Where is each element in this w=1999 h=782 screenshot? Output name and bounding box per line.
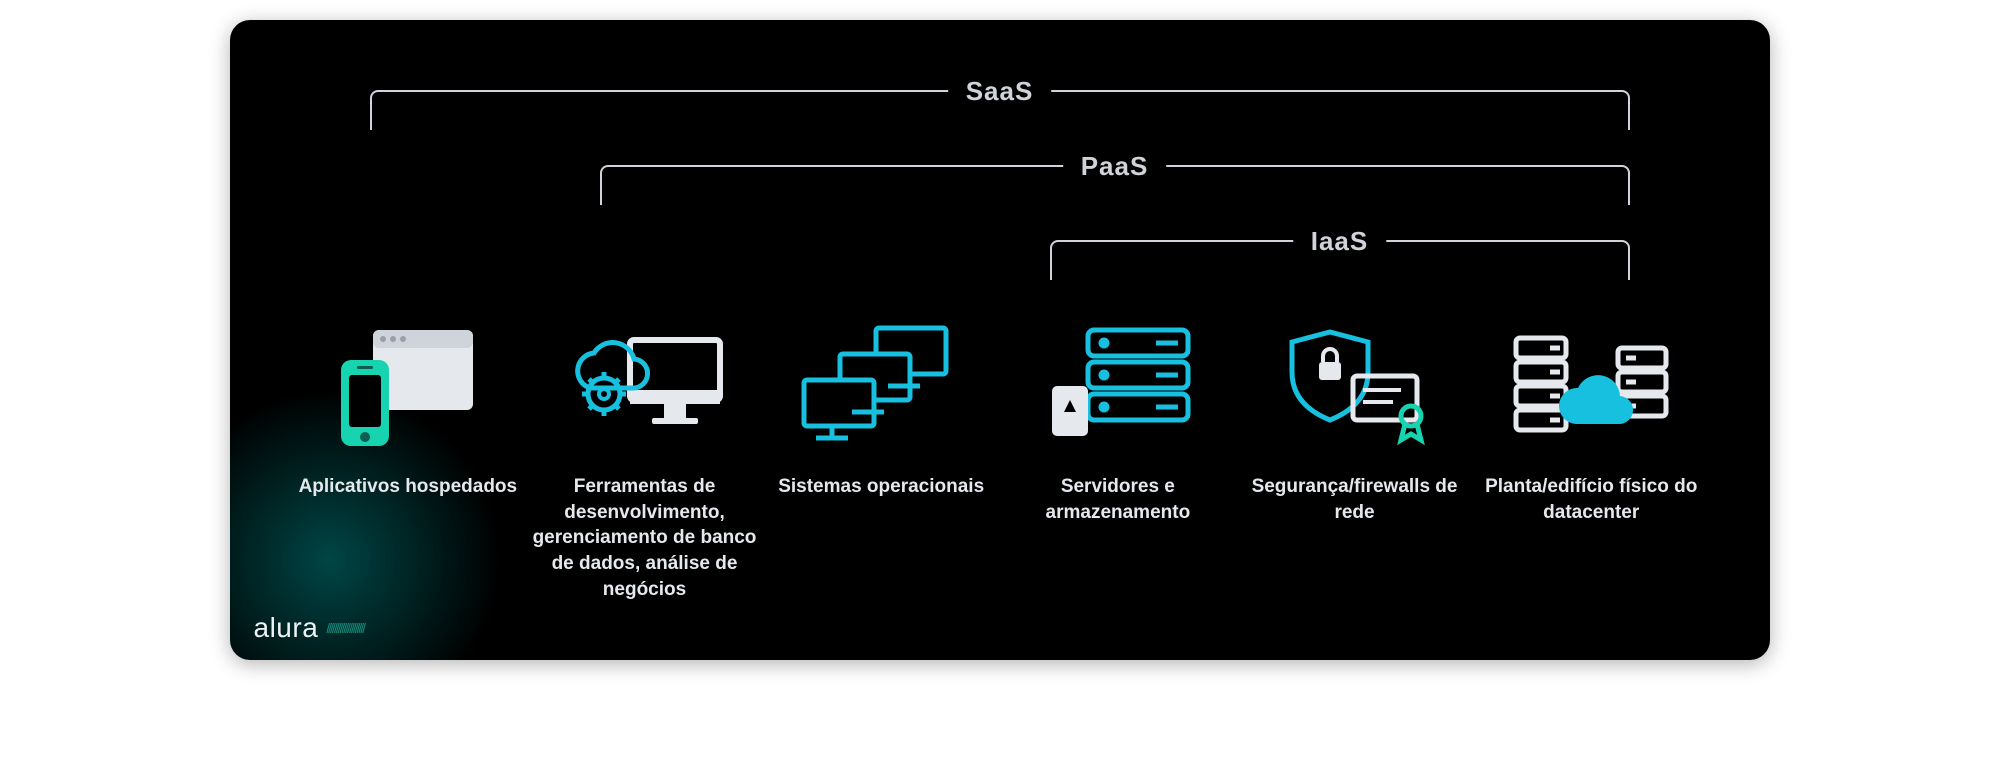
os-icon — [796, 310, 966, 460]
bracket-label-saas: SaaS — [948, 76, 1052, 107]
item-datacenter: Planta/edifício físico do datacenter — [1473, 310, 1710, 525]
item-devtools: Ferramentas de desenvolvimento, gerencia… — [526, 310, 763, 602]
item-label: Planta/edifício físico do datacenter — [1473, 474, 1710, 525]
item-security: Segurança/firewalls de rede — [1236, 310, 1473, 525]
bracket-saas: SaaS — [370, 90, 1630, 130]
apps-icon — [333, 310, 483, 460]
bracket-label-paas: PaaS — [1063, 151, 1167, 182]
item-os: Sistemas operacionais — [763, 310, 1000, 500]
devtools-icon — [560, 310, 730, 460]
item-label: Servidores e armazenamento — [1000, 474, 1237, 525]
item-servers: Servidores e armazenamento — [1000, 310, 1237, 525]
items-row: Aplicativos hospedados — [230, 310, 1770, 602]
brand-logo: alura //////////////////// — [254, 612, 365, 644]
item-label: Aplicativos hospedados — [299, 474, 518, 500]
bracket-paas: PaaS — [600, 165, 1630, 205]
diagram-frame: SaaS PaaS IaaS — [230, 20, 1770, 660]
security-icon — [1275, 310, 1435, 460]
logo-slashes: //////////////////// — [326, 620, 364, 636]
item-label: Segurança/firewalls de rede — [1236, 474, 1473, 525]
bracket-label-iaas: IaaS — [1293, 226, 1387, 257]
item-label: Ferramentas de desenvolvimento, gerencia… — [526, 474, 763, 602]
logo-text: alura — [254, 612, 319, 644]
servers-icon — [1038, 310, 1198, 460]
item-apps: Aplicativos hospedados — [290, 310, 527, 500]
datacenter-icon — [1506, 310, 1676, 460]
bracket-iaas: IaaS — [1050, 240, 1630, 280]
item-label: Sistemas operacionais — [778, 474, 984, 500]
